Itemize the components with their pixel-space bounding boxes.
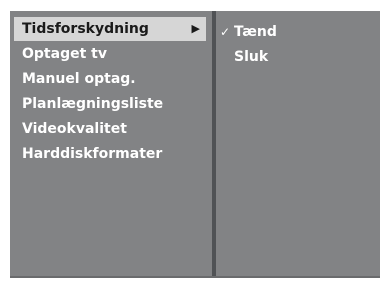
option-taend[interactable]: ✓ Tænd [220,21,277,43]
menu-item-label: Videokvalitet [22,121,127,137]
menu-item-label: Manuel optag. [22,71,136,87]
menu-item-label: Harddiskformater [22,146,163,162]
menu-item-manuel-optag[interactable]: Manuel optag. [14,67,206,91]
tv-settings-menu: Tidsforskydning ▶ Optaget tv Manuel opta… [10,11,380,278]
menu-item-label: Planlægningsliste [22,96,164,112]
checkmark-icon: ✓ [220,25,231,39]
submenu-arrow-icon: ▶ [191,22,200,35]
sub-menu-panel: ✓ Tænd Sluk [216,11,380,278]
menu-item-tidsforskydning[interactable]: Tidsforskydning ▶ [14,17,206,41]
menu-bottom-edge [10,276,380,278]
menu-item-label: Optaget tv [22,46,107,62]
menu-item-videokvalitet[interactable]: Videokvalitet [14,117,206,141]
menu-item-planlaegningsliste[interactable]: Planlægningsliste [14,92,206,116]
menu-item-optaget-tv[interactable]: Optaget tv [14,42,206,66]
menu-item-harddiskformater[interactable]: Harddiskformater [14,142,206,166]
main-menu-panel: Tidsforskydning ▶ Optaget tv Manuel opta… [10,11,216,278]
option-label: Sluk [234,49,269,65]
option-label: Tænd [234,24,277,40]
option-sluk[interactable]: Sluk [220,46,268,68]
menu-item-label: Tidsforskydning [22,21,149,37]
